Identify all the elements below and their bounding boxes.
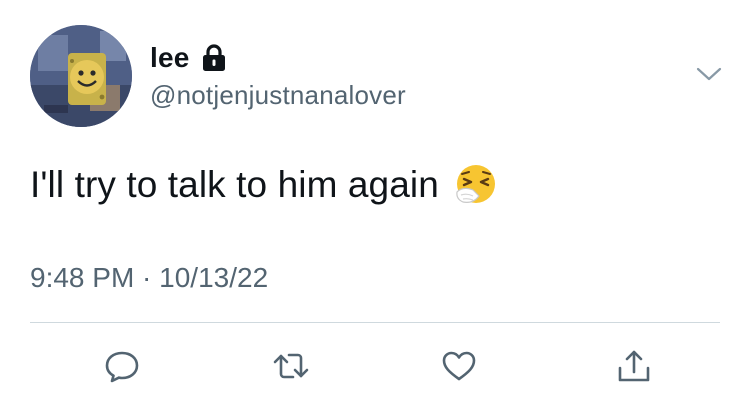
retweet-button[interactable] (270, 345, 312, 387)
sneezing-face-emoji (453, 162, 499, 208)
retweet-icon (273, 353, 309, 379)
heart-icon (442, 351, 476, 381)
tweet-body: I'll try to talk to him again (30, 162, 499, 208)
share-icon (618, 350, 650, 382)
chevron-down-icon[interactable] (694, 62, 724, 86)
like-button[interactable] (438, 345, 480, 387)
tweet-text: I'll try to talk to him again (30, 164, 439, 205)
tweet-timestamp[interactable]: 9:48 PM · 10/13/22 (30, 262, 268, 294)
share-button[interactable] (613, 345, 655, 387)
reply-button[interactable] (101, 345, 143, 387)
divider (30, 322, 720, 323)
user-handle[interactable]: @notjenjustnanalover (150, 80, 406, 111)
reply-icon (105, 351, 139, 383)
author-name-row: lee (150, 40, 228, 76)
display-name[interactable]: lee (150, 42, 190, 74)
lock-icon (200, 43, 228, 73)
avatar[interactable] (30, 25, 132, 127)
avatar-image (30, 25, 132, 127)
tweet-card: lee @notjenjustnanalover I'll try to tal… (0, 0, 750, 411)
